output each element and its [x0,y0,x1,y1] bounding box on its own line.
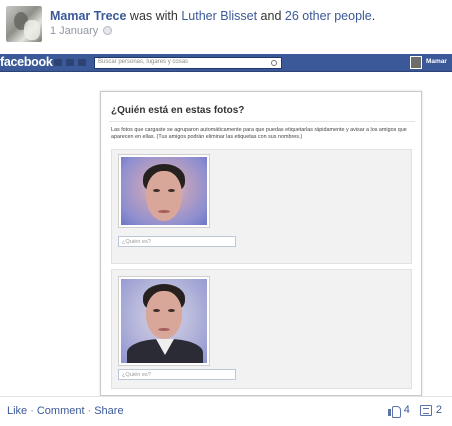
mouth-shape [158,210,170,213]
post-meta: 1 January [50,25,113,37]
post-actions: Like · Comment · Share [7,405,124,417]
notifications-icon [78,59,86,66]
author-name-link[interactable]: Mamar Trece [50,9,126,23]
post-counts: 4 2 [387,404,442,418]
with-text: was with [126,9,182,23]
facebook-search-placeholder: Buscar personas, lugares y cosas [98,59,189,65]
user-thumbnail [410,56,422,69]
eye-shape [153,189,160,192]
like-link[interactable]: Like [7,405,27,417]
like-icon[interactable] [387,405,401,418]
comment-icon[interactable] [419,404,432,416]
eye-shape [168,309,175,312]
like-count[interactable]: 4 [404,404,410,416]
divider [109,121,415,122]
separator: · [87,405,92,417]
face-photo-image [121,157,207,225]
who-is-placeholder: ¿Quién es? [122,238,151,245]
face-photo-image [121,279,207,363]
globe-icon[interactable] [103,26,113,35]
eye-shape [168,189,175,192]
dialog-title: ¿Quién está en estas fotos? [111,105,245,116]
eye-shape [153,309,160,312]
facebook-logo: facebook [0,55,53,69]
who-is-input: ¿Quién es? [118,236,236,247]
post-header: Mamar Trece was with Luther Blisset and … [0,0,452,50]
facebook-search-box: Buscar personas, lugares y cosas [94,57,282,69]
post-date[interactable]: 1 January [50,25,98,37]
face-shape [146,171,182,221]
comment-count[interactable]: 2 [436,404,442,416]
who-is-placeholder: ¿Quién es? [122,371,151,378]
mouth-shape [158,328,170,331]
avatar-image-shape [24,20,40,40]
author-avatar[interactable] [6,6,42,42]
shared-screenshot[interactable]: facebook Buscar personas, lugares y cosa… [0,54,452,396]
facebook-user-name: Mamar [426,58,447,65]
separator: · [30,405,34,417]
comment-link[interactable]: Comment [37,405,85,417]
tag-photos-dialog: ¿Quién está en estas fotos? Las fotos qu… [100,91,422,396]
face-photo [118,154,210,228]
face-tag-box: ¿Quién es? [111,269,412,389]
messages-icon [66,59,74,66]
shirt-shape [156,339,174,355]
dialog-description: Las fotos que cargaste se agruparon auto… [111,127,407,141]
post-footer: Like · Comment · Share 4 2 [0,396,452,426]
share-link[interactable]: Share [94,405,123,417]
friend-requests-icon [54,59,62,66]
who-is-input: ¿Quién es? [118,369,236,380]
face-photo [118,276,210,366]
tagged-person-link[interactable]: Luther Blisset [181,9,257,23]
and-text: and [257,9,285,23]
face-shape [146,291,182,339]
search-icon [271,60,277,66]
end-punctuation: . [371,9,376,23]
post-actor-line: Mamar Trece was with Luther Blisset and … [50,9,375,23]
face-tag-box: ¿Quién es? [111,149,412,264]
facebook-top-bar: facebook Buscar personas, lugares y cosa… [0,54,452,72]
others-link[interactable]: 26 other people [285,9,372,23]
